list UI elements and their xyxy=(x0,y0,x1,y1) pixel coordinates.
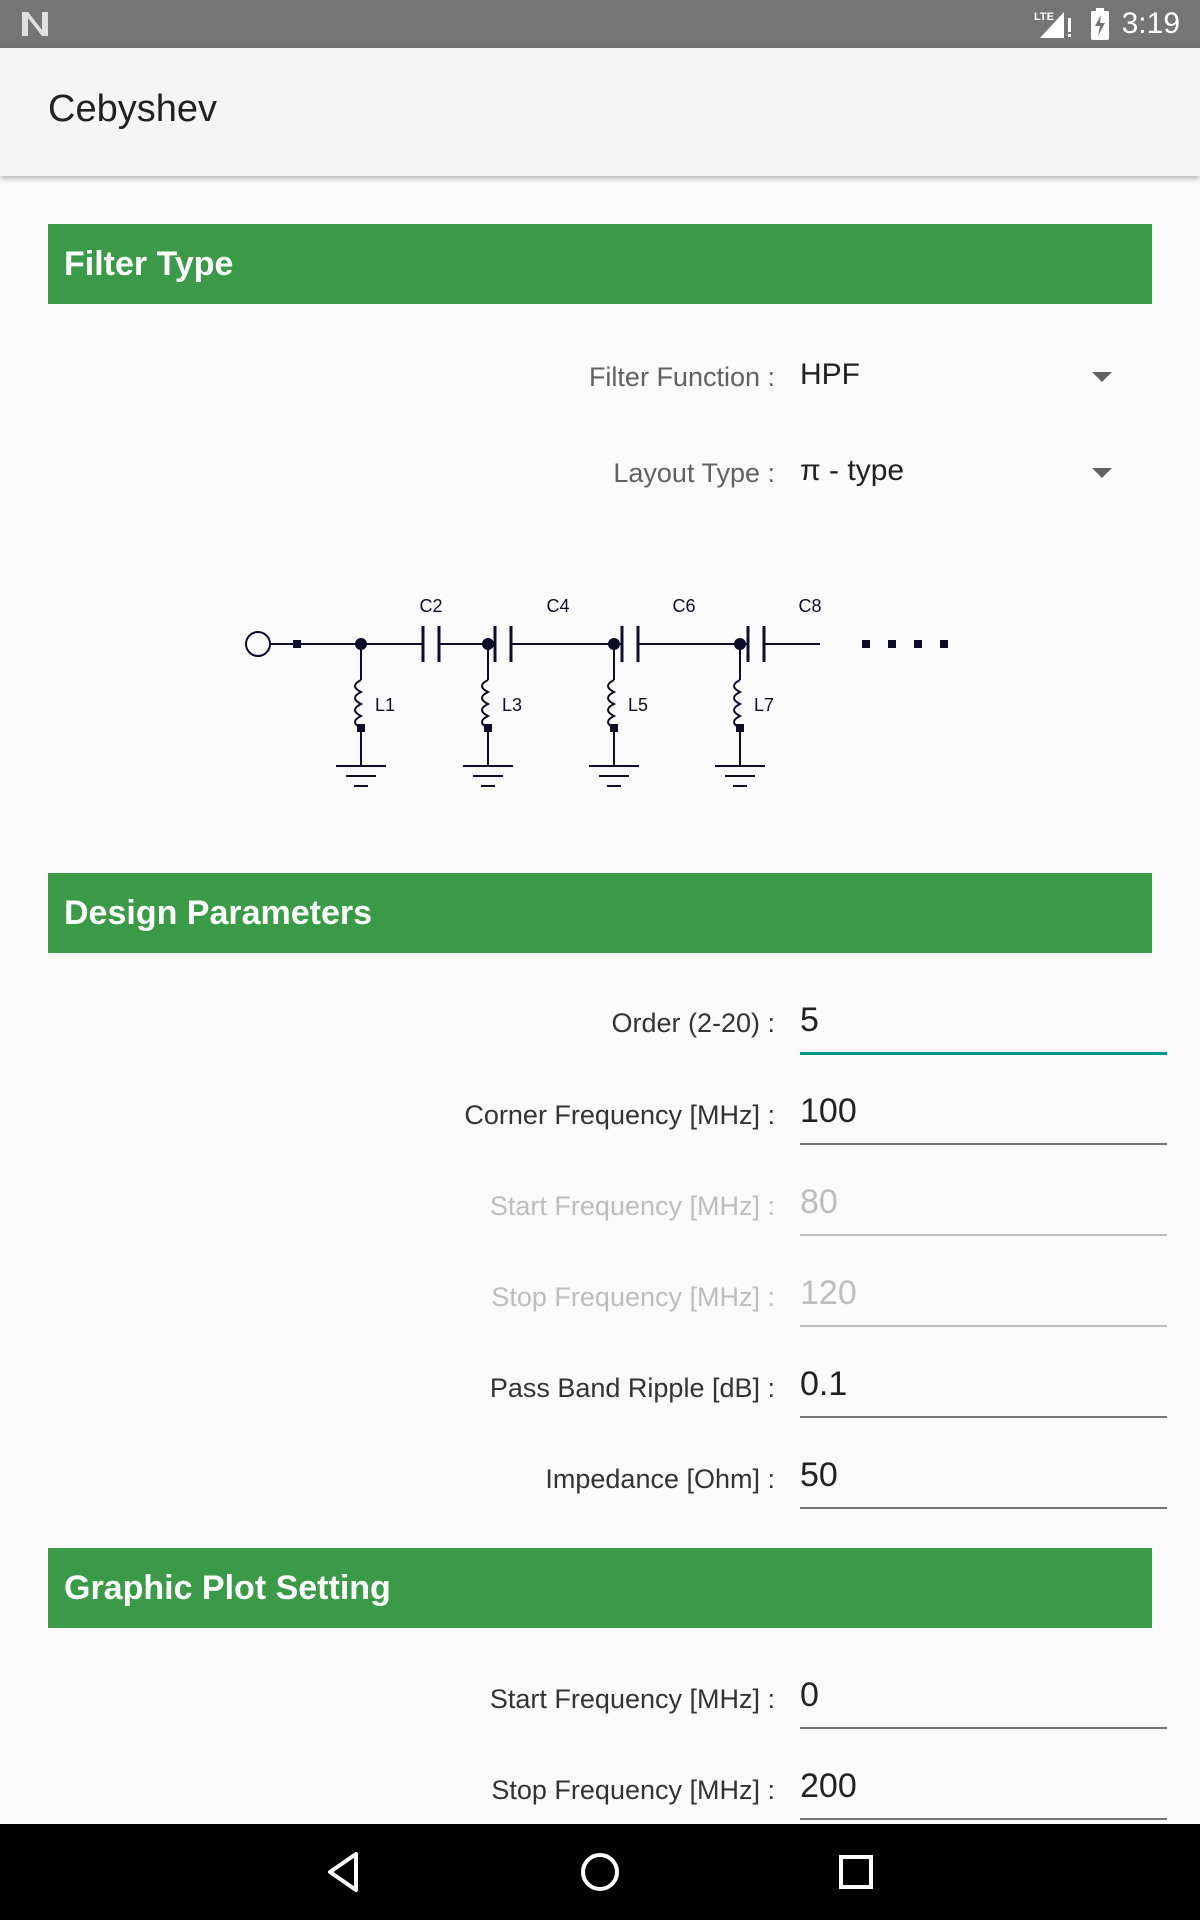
filter-function-value: HPF xyxy=(800,358,860,391)
inductor-shunt-1 xyxy=(336,644,386,787)
capacitor-label-c4: C4 xyxy=(546,596,569,616)
pass-band-ripple-field[interactable] xyxy=(800,1354,1167,1418)
stop-frequency-input xyxy=(800,1263,1167,1323)
order-field[interactable] xyxy=(800,990,1167,1055)
plot-start-frequency-label: Start Frequency [MHz] : xyxy=(489,1684,775,1714)
back-icon[interactable] xyxy=(320,1848,368,1896)
impedance-input[interactable] xyxy=(800,1445,1167,1505)
start-frequency-field xyxy=(800,1172,1167,1236)
layout-type-dropdown[interactable]: π - type xyxy=(800,450,1120,502)
start-frequency-label: Start Frequency [MHz] : xyxy=(489,1191,775,1221)
corner-frequency-field[interactable] xyxy=(800,1081,1167,1145)
filter-function-label: Filter Function : xyxy=(588,362,775,392)
plot-start-frequency-field[interactable] xyxy=(800,1665,1167,1729)
plot-stop-frequency-input[interactable] xyxy=(800,1756,1167,1816)
inductor-label-l5: L5 xyxy=(628,695,648,715)
stop-frequency-label: Stop Frequency [MHz] : xyxy=(491,1282,775,1312)
status-bar: LTE 3:19 xyxy=(0,0,1200,48)
capacitor-label-c6: C6 xyxy=(672,596,695,616)
filter-function-dropdown[interactable]: HPF xyxy=(800,354,1120,406)
inductor-label-l7: L7 xyxy=(754,695,774,715)
layout-type-value: π - type xyxy=(800,454,905,487)
inductor-label-l1: L1 xyxy=(375,695,395,715)
corner-frequency-label: Corner Frequency [MHz] : xyxy=(464,1100,775,1130)
lte-label: LTE xyxy=(1034,11,1054,23)
home-icon[interactable] xyxy=(576,1848,624,1896)
capacitor-label-c8: C8 xyxy=(798,596,821,616)
notification-n-icon xyxy=(22,12,48,36)
app-bar: Cebyshev xyxy=(0,48,1200,176)
filter-type-header: Filter Type xyxy=(48,224,1152,304)
filter-schematic-diagram: C2 C4 C6 C8 L1 L3 L5 L7 xyxy=(245,596,948,787)
status-time: 3:19 xyxy=(1121,7,1180,40)
order-input[interactable] xyxy=(800,990,1167,1050)
corner-frequency-input[interactable] xyxy=(800,1081,1167,1141)
pass-band-ripple-input[interactable] xyxy=(800,1354,1167,1414)
layout-type-label: Layout Type : xyxy=(613,458,775,488)
start-frequency-input xyxy=(800,1172,1167,1232)
inductor-shunt-2 xyxy=(463,644,513,787)
dropdown-arrow-icon xyxy=(1092,372,1112,382)
recents-icon[interactable] xyxy=(832,1848,880,1896)
inductor-shunt-4 xyxy=(715,644,765,787)
navigation-bar xyxy=(0,1824,1200,1920)
plot-stop-frequency-label: Stop Frequency [MHz] : xyxy=(491,1775,775,1805)
impedance-field[interactable] xyxy=(800,1445,1167,1509)
lte-signal-icon: LTE xyxy=(1034,11,1071,38)
input-port-symbol xyxy=(245,631,271,657)
plot-start-frequency-input[interactable] xyxy=(800,1665,1167,1725)
pass-band-ripple-label: Pass Band Ripple [dB] : xyxy=(489,1373,775,1403)
plot-stop-frequency-field[interactable] xyxy=(800,1756,1167,1820)
app-title: Cebyshev xyxy=(48,88,217,130)
stop-frequency-field xyxy=(800,1263,1167,1327)
inductor-label-l3: L3 xyxy=(502,695,522,715)
battery-charging-icon xyxy=(1090,8,1109,40)
main-content[interactable]: Filter Type Filter Function : HPF Layout… xyxy=(0,176,1200,1824)
design-parameters-header: Design Parameters xyxy=(48,873,1152,953)
graphic-plot-setting-header: Graphic Plot Setting xyxy=(48,1548,1152,1628)
capacitor-label-c2: C2 xyxy=(419,596,442,616)
inductor-shunt-3 xyxy=(589,644,639,787)
impedance-label: Impedance [Ohm] : xyxy=(545,1464,775,1494)
dropdown-arrow-icon xyxy=(1092,468,1112,478)
order-label: Order (2-20) : xyxy=(611,1008,775,1038)
